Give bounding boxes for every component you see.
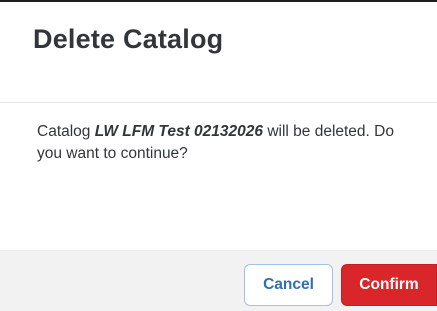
dialog-footer: Cancel Confirm [0, 250, 437, 311]
delete-catalog-dialog: Delete Catalog Catalog LW LFM Test 02132… [0, 0, 437, 311]
dialog-title: Delete Catalog [33, 24, 224, 54]
header-divider [0, 102, 437, 103]
dialog-top-border [0, 0, 437, 2]
dialog-message: Catalog LW LFM Test 02132026 will be del… [37, 121, 417, 165]
message-prefix: Catalog [37, 123, 95, 140]
cancel-button[interactable]: Cancel [244, 264, 333, 306]
confirm-button[interactable]: Confirm [341, 264, 437, 306]
catalog-name: LW LFM Test 02132026 [94, 123, 264, 140]
